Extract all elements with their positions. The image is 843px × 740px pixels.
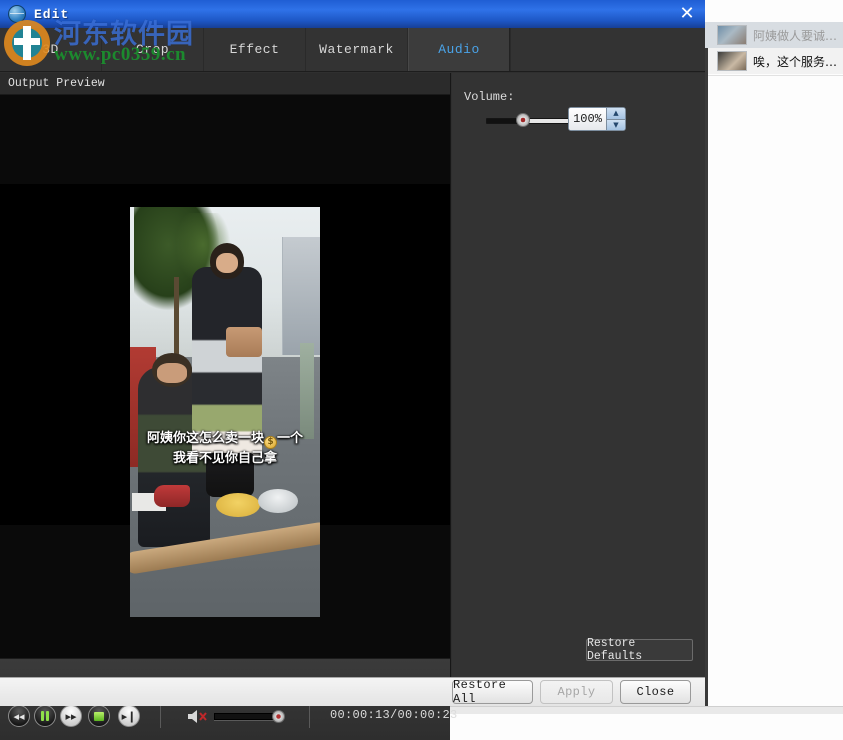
volume-stepper[interactable]: 100% ▲ ▼ xyxy=(568,107,626,131)
video-produce xyxy=(216,493,260,517)
output-preview-header: Output Preview xyxy=(0,73,450,95)
player-volume-thumb[interactable] xyxy=(272,710,285,723)
close-button[interactable]: Close xyxy=(620,680,691,704)
tab-label: 3D xyxy=(42,42,59,57)
subtitle-line-2: 我看不见你自己拿 xyxy=(130,449,320,468)
control-separator xyxy=(309,706,310,728)
video-red-shoe xyxy=(154,485,190,507)
list-divider xyxy=(708,75,843,76)
subtitle-line-1-after: 一个 xyxy=(277,431,303,446)
tab-3d[interactable]: 3D xyxy=(0,28,102,71)
stepper-down-icon[interactable]: ▼ xyxy=(607,120,625,131)
stepper-up-icon[interactable]: ▲ xyxy=(607,108,625,120)
fast-forward-button[interactable]: ▸▸ xyxy=(60,705,82,727)
pause-icon xyxy=(41,711,49,721)
video-stage[interactable]: 阿姨你这怎么卖一块$一个 我看不见你自己拿 xyxy=(0,95,450,658)
subtitle-line-1-before: 阿姨你这怎么卖一块 xyxy=(147,431,264,446)
preview-pane: Output Preview xyxy=(0,73,451,677)
tab-crop[interactable]: Crop xyxy=(102,28,204,71)
video-building xyxy=(282,237,320,355)
fast-forward-icon: ▸▸ xyxy=(65,710,76,723)
pause-button[interactable] xyxy=(34,705,56,727)
tab-label: Crop xyxy=(136,42,169,57)
list-item-label: 阿姨做人要诚… xyxy=(753,27,837,44)
title-bar: Edit ✕ xyxy=(0,0,705,28)
restore-defaults-button[interactable]: Restore Defaults xyxy=(586,639,693,661)
list-item-label: 唉，这个服务… xyxy=(753,53,837,70)
volume-value-input[interactable]: 100% xyxy=(569,108,606,130)
edit-dialog: Edit ✕ 3D Crop Effect Watermark Audio 河东… xyxy=(0,0,705,706)
thumbnail-image xyxy=(717,25,747,45)
player-volume-track[interactable] xyxy=(214,713,279,720)
close-icon[interactable]: ✕ xyxy=(675,2,699,24)
video-frame: 阿姨你这怎么卖一块$一个 我看不见你自己拿 xyxy=(130,207,320,617)
tab-bar: 3D Crop Effect Watermark Audio xyxy=(0,28,705,72)
audio-settings-pane: Volume: 100% ▲ ▼ Restore Defaults xyxy=(452,73,705,677)
tab-label: Audio xyxy=(438,42,480,57)
video-person-seated-face xyxy=(157,363,187,383)
tab-label: Effect xyxy=(230,42,280,57)
time-readout: 00:00:13/00:00:23 xyxy=(330,708,445,722)
tab-bar-filler xyxy=(510,28,705,71)
rewind-icon: ◂◂ xyxy=(13,710,24,723)
subtitle-line-1: 阿姨你这怎么卖一块$一个 xyxy=(130,429,320,449)
playback-controls: ◂◂ ▸▸ ▸❙ xyxy=(0,705,450,737)
window-title: Edit xyxy=(34,7,69,22)
video-subtitle: 阿姨你这怎么卖一块$一个 我看不见你自己拿 xyxy=(130,429,320,468)
list-item[interactable]: 阿姨做人要诚… xyxy=(705,22,843,48)
video-bowl xyxy=(258,489,298,513)
dialog-footer: Restore All Apply Close xyxy=(0,677,705,706)
volume-stepper-buttons: ▲ ▼ xyxy=(606,108,625,130)
video-handbag xyxy=(226,327,262,357)
tab-effect[interactable]: Effect xyxy=(204,28,306,71)
speaker-muted-icon[interactable] xyxy=(186,708,208,725)
background-message-list: 阿姨做人要诚… 唉，这个服务… xyxy=(705,22,843,74)
stop-icon xyxy=(94,712,104,721)
video-person-standing-face xyxy=(216,253,238,273)
video-right-railing xyxy=(300,343,314,439)
stop-button[interactable] xyxy=(88,705,110,727)
control-separator xyxy=(160,706,161,728)
rewind-button[interactable]: ◂◂ xyxy=(8,705,30,727)
list-item[interactable]: 唉，这个服务… xyxy=(705,48,843,74)
apply-button[interactable]: Apply xyxy=(540,680,613,704)
volume-slider-thumb[interactable] xyxy=(516,113,530,127)
restore-all-button[interactable]: Restore All xyxy=(452,680,533,704)
globe-icon xyxy=(8,5,26,23)
thumbnail-image xyxy=(717,51,747,71)
tab-watermark[interactable]: Watermark xyxy=(306,28,408,71)
tab-label: Watermark xyxy=(319,42,394,57)
volume-label: Volume: xyxy=(464,90,514,104)
money-bag-icon: $ xyxy=(264,436,277,449)
step-forward-button[interactable]: ▸❙ xyxy=(118,705,140,727)
step-forward-icon: ▸❙ xyxy=(122,710,137,723)
tab-audio[interactable]: Audio xyxy=(408,28,510,71)
